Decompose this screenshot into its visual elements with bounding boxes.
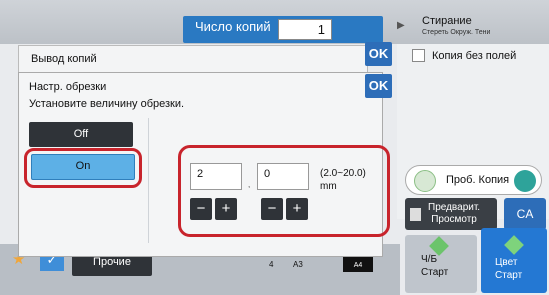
erase-title[interactable]: Стирание	[422, 15, 472, 27]
trim-value-2-input[interactable]: 0	[257, 163, 309, 190]
preview-button[interactable]: Предварит. Просмотр	[405, 198, 497, 230]
ok-button[interactable]: OK	[365, 74, 392, 98]
proof-copy-label: Проб. Копия	[446, 174, 510, 186]
proof-copy-icon	[414, 170, 436, 192]
proof-copy-button[interactable]: Проб. Копия	[405, 165, 542, 195]
copy-output-label: Вывод копий	[31, 53, 97, 65]
on-button[interactable]: On	[31, 154, 135, 180]
decrement-value-2-button[interactable]: −	[261, 198, 283, 220]
preview-icon	[410, 208, 421, 221]
bw-start-button[interactable]: Ч/Б Старт	[405, 235, 477, 293]
off-button[interactable]: Off	[29, 122, 133, 147]
collapse-arrow-icon[interactable]: ▶	[397, 20, 405, 31]
dialog-subtitle: Установите величину обрезки.	[29, 98, 185, 110]
color-start-icon	[504, 235, 524, 255]
tray-size: A3	[293, 260, 303, 269]
bw-start-label: Ч/Б Старт	[421, 254, 449, 278]
color-start-button[interactable]: Цвет Старт	[481, 228, 547, 293]
increment-value-2-button[interactable]: +	[286, 198, 308, 220]
divider	[148, 118, 149, 243]
range-hint: (2.0~20.0) mm	[320, 168, 366, 192]
dialog-title: Настр. обрезки	[29, 81, 107, 93]
clear-all-button[interactable]: CA	[504, 198, 546, 230]
borderless-label: Копия без полей	[432, 50, 517, 62]
increment-value-1-button[interactable]: +	[215, 198, 237, 220]
trim-value-1-input[interactable]: 2	[190, 163, 242, 190]
erase-subtitle: Стереть Окруж. Тени	[422, 29, 491, 36]
decrement-value-1-button[interactable]: −	[190, 198, 212, 220]
color-start-label: Цвет Старт	[495, 257, 523, 281]
tray-number: 4	[269, 260, 274, 269]
copies-label: Число копий	[195, 19, 271, 34]
ok-button-top[interactable]: OK	[365, 42, 392, 66]
comma-separator: ,	[248, 180, 251, 189]
preview-label: Предварит. Просмотр	[428, 202, 481, 225]
copies-input[interactable]: 1	[278, 19, 332, 40]
borderless-copy-option[interactable]: Копия без полей	[412, 47, 536, 67]
proof-start-icon	[514, 170, 536, 192]
borderless-checkbox[interactable]	[412, 49, 425, 62]
copy-output-panel: Вывод копий	[18, 45, 368, 75]
